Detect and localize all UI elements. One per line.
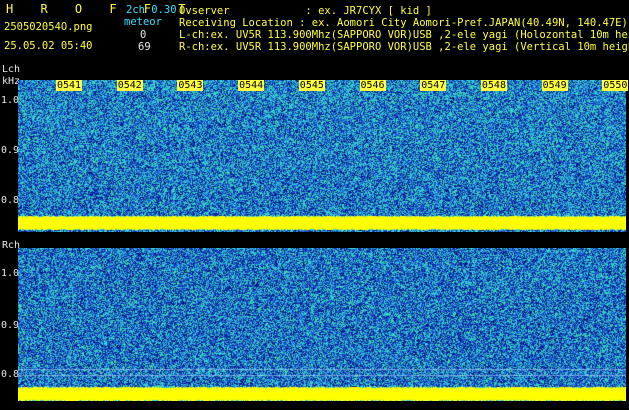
rch-ytick-1: 1.0 <box>1 268 20 279</box>
time-tick-0545: 0545 <box>298 80 325 91</box>
meteor-count-rch: 69 <box>138 41 151 53</box>
time-tick-0544: 0544 <box>238 80 265 91</box>
location-line: Receiving Location : ex. Aomori City Aom… <box>179 17 628 29</box>
rch-spectrogram <box>18 248 626 401</box>
time-tick-0547: 0547 <box>420 80 447 91</box>
time-tick-0543: 0543 <box>177 80 204 91</box>
channel-count-label: 2ch 0.30 <box>126 4 177 16</box>
time-tick-0546: 0546 <box>359 80 386 91</box>
filename-label: 250502054O.png <box>4 21 93 33</box>
lch-ytick-1: 1.0 <box>1 95 20 106</box>
time-tick-0548: 0548 <box>480 80 507 91</box>
lch-ytick-2: 0.9 <box>1 145 20 156</box>
time-tick-0549: 0549 <box>541 80 568 91</box>
rch-ytick-3: 0.8 <box>1 369 20 380</box>
time-tick-0542: 0542 <box>116 80 143 91</box>
time-tick-0541: 0541 <box>56 80 83 91</box>
meteor-label: meteor <box>124 16 162 28</box>
time-tick-0550: 0550 <box>602 80 629 91</box>
rch-ytick-2: 0.9 <box>1 320 20 331</box>
lch-ytick-3: 0.8 <box>1 195 20 206</box>
lch-channel-label: Lch <box>2 64 21 75</box>
rch-config-line: R-ch:ex. UV5R 113.900Mhz(SAPPORO VOR)USB… <box>179 41 629 53</box>
meteor-count-lch: 0 <box>140 29 147 41</box>
lch-spectrogram <box>18 80 626 232</box>
observer-line: Ovserver : ex. JR7CYX [ kid ] <box>179 5 432 17</box>
datetime-label: 25.05.02 05:40 <box>4 40 93 52</box>
lch-config-line: L-ch:ex. UV5R 113.900Mhz(SAPPORO VOR)USB… <box>179 29 629 41</box>
